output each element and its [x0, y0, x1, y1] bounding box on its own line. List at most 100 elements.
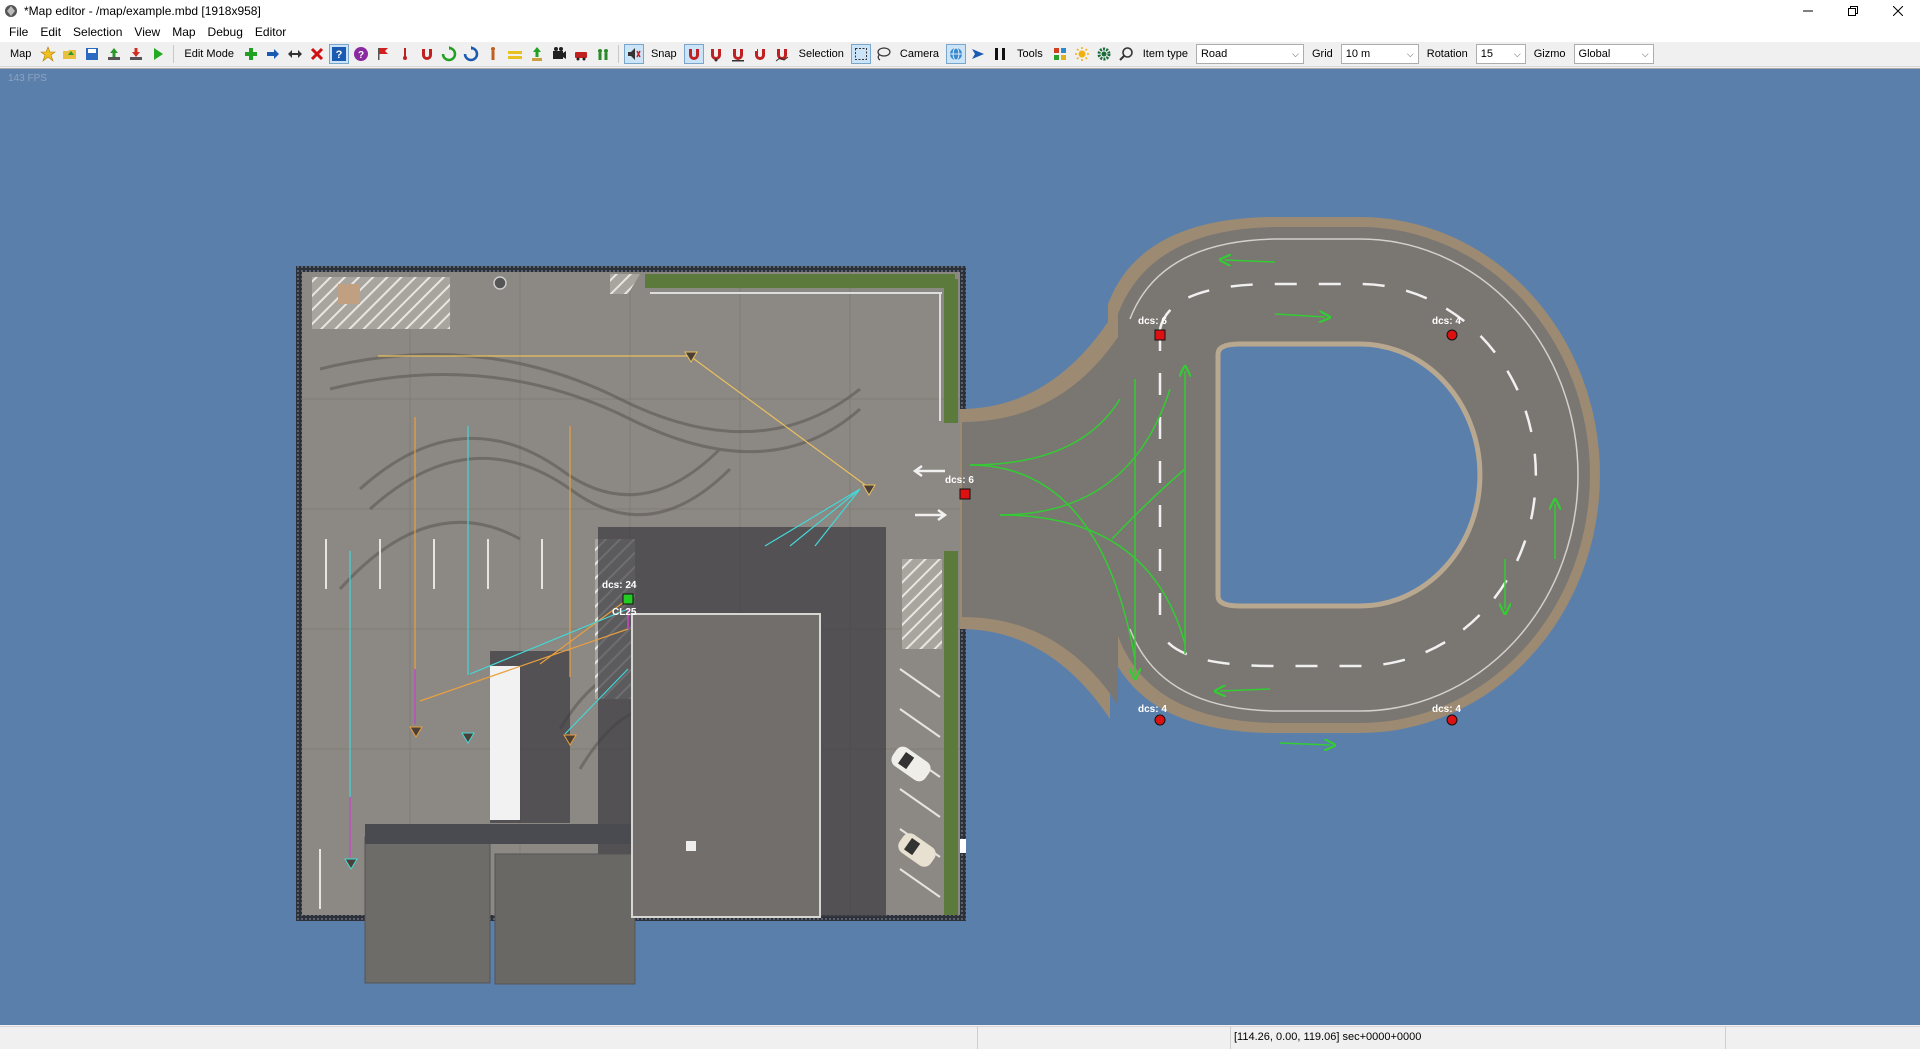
building-main[interactable]: [631, 613, 821, 918]
star-icon: [40, 46, 57, 62]
marker-button[interactable]: [395, 44, 415, 64]
spawn-button[interactable]: [527, 44, 547, 64]
snap-label: Snap: [650, 48, 677, 60]
rotation-label: Rotation: [1426, 48, 1468, 60]
rect-select-button[interactable]: [850, 44, 871, 64]
pause-icon: [995, 48, 1006, 60]
sound-button[interactable]: [623, 44, 644, 64]
gizmo-label: Gizmo: [1533, 48, 1566, 60]
camera-item-button[interactable]: [549, 44, 569, 64]
white-trailer[interactable]: [490, 666, 520, 820]
menu-debug[interactable]: Debug: [202, 22, 249, 42]
refresh-button[interactable]: [461, 44, 481, 64]
help-mode-button[interactable]: ?: [328, 44, 349, 64]
parking-lot[interactable]: [296, 266, 966, 985]
flag-button[interactable]: [373, 44, 393, 64]
delete-button[interactable]: [307, 44, 327, 64]
road-loop[interactable]: [912, 217, 1600, 745]
menu-bar: File Edit Selection View Map Debug Edito…: [0, 22, 1920, 42]
window-title: *Map editor - /map/example.mbd [1918x958…: [24, 4, 261, 18]
rect-select-icon: [854, 48, 867, 60]
open-map-button[interactable]: [60, 44, 80, 64]
help-icon: ?: [331, 47, 346, 61]
snap-grid-button[interactable]: [750, 44, 770, 64]
node-label: dcs: 6: [945, 475, 974, 486]
roof-vent: [686, 841, 696, 851]
search-button[interactable]: [1116, 44, 1136, 64]
double-arrow-icon: [287, 50, 302, 58]
upload-icon: [108, 48, 121, 60]
map-viewport[interactable]: 143 FPS dcs: 6 dcs: 6 dcs: 4 dcs: 4 dcs:…: [0, 68, 1920, 1025]
node-loop-bottom-left[interactable]: dcs: 4: [1138, 704, 1167, 726]
map-scene[interactable]: dcs: 6 dcs: 6 dcs: 4 dcs: 4 dcs: 4 dcs: …: [0, 69, 1920, 1025]
snap-node-button[interactable]: [706, 44, 726, 64]
magnet-terrain-icon: [775, 49, 788, 62]
building-annex[interactable]: [494, 853, 636, 985]
new-map-button[interactable]: [38, 44, 58, 64]
grass-strip: [944, 551, 958, 915]
menu-file[interactable]: File: [3, 22, 34, 42]
item-type-select[interactable]: Road ⌵: [1195, 44, 1304, 64]
lighting-button[interactable]: [1072, 44, 1092, 64]
map-label: Map: [10, 48, 32, 60]
settings-button[interactable]: [1094, 44, 1114, 64]
menu-editor[interactable]: Editor: [249, 22, 292, 42]
toolbar-separator: [173, 45, 175, 63]
rotation-select[interactable]: 15 ⌵: [1475, 44, 1526, 64]
building-roof-edge: [365, 824, 645, 844]
close-icon: [1892, 6, 1903, 16]
magnet-a-button[interactable]: [417, 44, 437, 64]
import-button[interactable]: [126, 44, 146, 64]
camera-orbit-button[interactable]: [946, 44, 967, 64]
node-label: dcs: 4: [1138, 704, 1167, 715]
figure-icon: [490, 47, 495, 60]
magnet-edge-icon: [731, 49, 744, 62]
globe-icon: [950, 47, 963, 61]
rotate-button[interactable]: [439, 44, 459, 64]
move-item-button[interactable]: [263, 44, 283, 64]
people-button[interactable]: [593, 44, 613, 64]
traffic-button[interactable]: [483, 44, 503, 64]
save-map-button[interactable]: [82, 44, 102, 64]
svg-text:?: ?: [336, 49, 343, 61]
close-button[interactable]: [1875, 0, 1920, 22]
menu-selection[interactable]: Selection: [67, 22, 128, 42]
grid-label: Grid: [1311, 48, 1333, 60]
lasso-select-button[interactable]: [873, 44, 893, 64]
menu-edit[interactable]: Edit: [34, 22, 67, 42]
add-item-button[interactable]: [241, 44, 261, 64]
building-warehouse[interactable]: [364, 836, 491, 984]
info-button[interactable]: ?: [351, 44, 371, 64]
menu-map[interactable]: Map: [166, 22, 201, 42]
vehicle-button[interactable]: [571, 44, 591, 64]
play-icon: [154, 48, 164, 60]
tools-label: Tools: [1017, 48, 1043, 60]
chevron-down-icon: ⌵: [1513, 48, 1521, 59]
svg-text:?: ?: [358, 50, 364, 61]
open-folder-icon: [63, 50, 77, 59]
search-icon: [1119, 47, 1133, 61]
pause-button[interactable]: [990, 44, 1010, 64]
snap-magnet-button[interactable]: [683, 44, 704, 64]
snap-terrain-button[interactable]: [772, 44, 792, 64]
grid-select[interactable]: 10 m ⌵: [1340, 44, 1419, 64]
menu-view[interactable]: View: [128, 22, 166, 42]
people-icon: [597, 49, 608, 60]
status-separator: [1230, 1027, 1231, 1049]
gizmo-select[interactable]: Global ⌵: [1573, 44, 1654, 64]
export-button[interactable]: [104, 44, 124, 64]
restore-button[interactable]: [1830, 0, 1875, 22]
snap-edge-button[interactable]: [728, 44, 748, 64]
minimize-button[interactable]: [1785, 0, 1830, 22]
node-loop-bottom-right[interactable]: dcs: 4: [1432, 704, 1461, 726]
barrier-button[interactable]: [505, 44, 525, 64]
run-button[interactable]: [148, 44, 168, 64]
title-bar: *Map editor - /map/example.mbd [1918x958…: [0, 0, 1920, 22]
rotate-icon: [441, 46, 457, 62]
camera-free-button[interactable]: [968, 44, 988, 64]
car-icon: [574, 52, 587, 61]
connect-button[interactable]: [285, 44, 305, 64]
save-icon: [86, 48, 99, 60]
main-toolbar: Map Edit Mode ? ? Snap Selection Camera …: [0, 42, 1920, 67]
palette-button[interactable]: [1050, 44, 1070, 64]
